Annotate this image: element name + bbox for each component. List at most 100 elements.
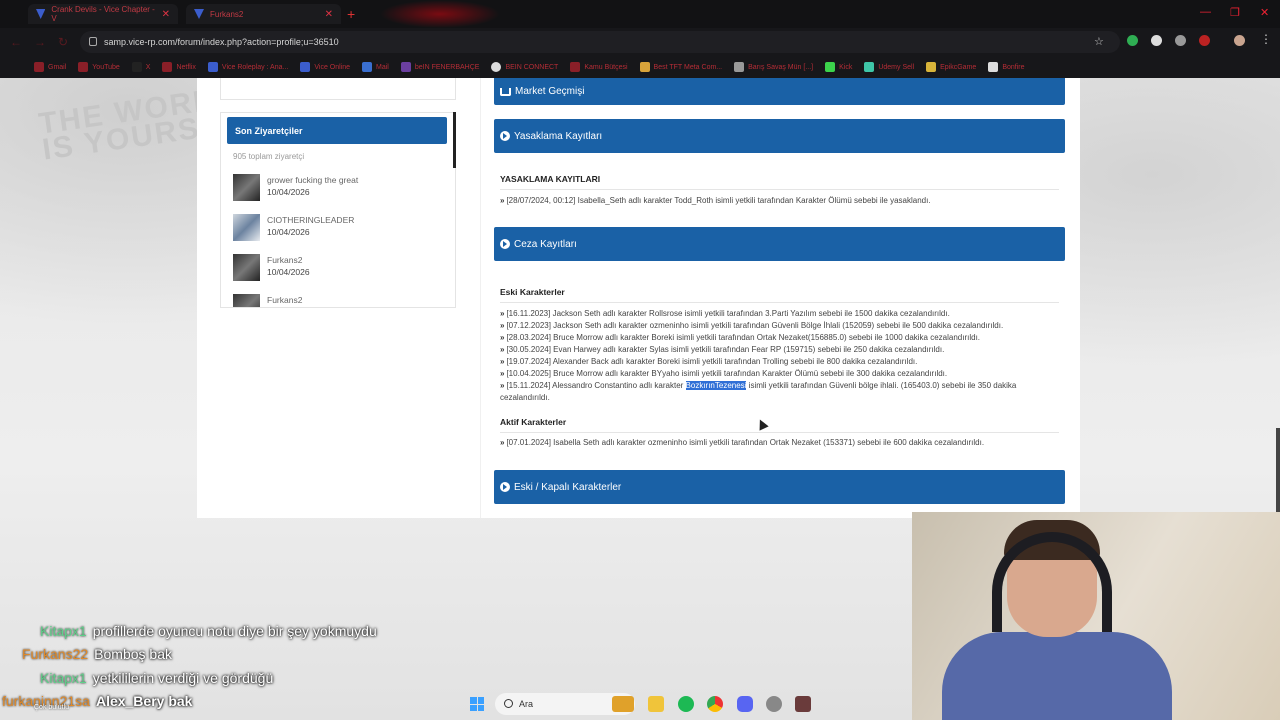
close-tab-icon[interactable]: ✕ [162,9,170,20]
vice-icon [300,62,311,72]
chat-message: Kitapx1 yetkililerin verdiği ve gördüğü [40,667,273,689]
tab-crank-devils[interactable]: Crank Devils - Vice Chapter - V ✕ [28,4,178,24]
netflix-icon [162,62,173,72]
extension-shield-icon[interactable] [1127,35,1138,46]
visitor-name[interactable]: CIOTHERINGLEADER [267,215,354,225]
bookmark-label: Barış Savaş Mün [...] [748,63,814,71]
visitor-item[interactable]: Furkans2 10/04/2026 [233,254,433,282]
bookmark-item[interactable]: Best TFT Meta Com... [639,62,722,72]
menu-dots-icon[interactable]: ⋮ [1260,32,1272,46]
bookmark-item[interactable]: Udemy Sell [864,62,914,72]
visitors-total: 905 toplam ziyaretçi [233,152,305,161]
avatar[interactable] [233,254,260,281]
bookmark-item[interactable]: Vice Online [300,62,350,72]
penalty-record: » [19.07.2024] Alexander Back adlı karakt… [500,356,1060,368]
visitors-scrollbar[interactable] [453,112,456,168]
app-icon[interactable] [795,696,811,712]
bookmark-item[interactable]: YouTube [78,62,120,72]
bookmark-label: Mail [376,63,389,71]
kick-icon [825,62,836,72]
panel-title: Yasaklama Kayıtları [514,130,603,142]
extension-circle-icon[interactable] [1151,35,1162,46]
discord-icon[interactable] [737,696,753,712]
epic-icon [926,62,937,72]
profile-avatar[interactable] [1234,35,1245,46]
visitor-name[interactable]: Furkans2 [267,255,302,265]
extension-red-icon[interactable] [1199,35,1210,46]
ban-records-panel[interactable]: Yasaklama Kayıtları [494,119,1065,153]
double-chevron-icon: » [500,345,505,354]
visitor-item[interactable]: Furkans2 [233,294,433,307]
visitor-name[interactable]: grower fucking the great [267,175,358,185]
chrome-icon[interactable] [707,696,723,712]
visitors-header: Son Ziyaretçiler [227,117,447,144]
bookmark-item[interactable]: Bonfire [988,62,1025,72]
back-icon[interactable]: ← [10,35,22,49]
bookmark-item[interactable]: Netflix [162,62,196,72]
bookmark-icon [734,62,745,72]
address-toolbar: ← → ↻ samp.vice-rp.com/forum/index.php?a… [0,28,1280,56]
spotify-icon[interactable] [678,696,694,712]
address-bar[interactable]: samp.vice-rp.com/forum/index.php?action=… [80,31,1120,53]
bein-connect-icon [491,62,502,72]
penalty-records-panel[interactable]: Ceza Kayıtları [494,227,1065,261]
windows-start-icon[interactable] [470,697,484,711]
bookmark-item[interactable]: Kick [825,62,852,72]
visitor-item[interactable]: grower fucking the great 10/04/2026 [233,174,433,202]
site-info-icon[interactable] [89,37,97,46]
chat-text: Bomboş bak [94,646,172,662]
file-explorer-icon[interactable] [648,696,664,712]
record-text: [10.04.2025] Bruce Morrow adlı karakter … [506,369,948,378]
bookmark-item[interactable]: Gmail [34,62,66,72]
visitor-item[interactable]: CIOTHERINGLEADER 10/04/2026 [233,214,433,242]
extension-gear-icon[interactable] [1175,35,1186,46]
close-tab-icon[interactable]: ✕ [325,9,333,20]
bookmark-label: YouTube [92,63,120,71]
bookmark-item[interactable]: beIN FENERBAHÇE [400,62,479,72]
old-closed-characters-panel[interactable]: Eski / Kapalı Karakterler [494,470,1065,504]
taskbar-widget-icon[interactable] [612,696,634,712]
bookmark-item[interactable]: Mail [362,62,389,72]
bookmark-item[interactable]: BEIN CONNECT [491,62,558,72]
tab-title: Furkans2 [210,9,244,19]
forward-icon[interactable]: → [34,35,46,49]
bookmark-item[interactable]: Kamu Bütçesi [570,62,628,72]
bookmark-label: Bonfire [1002,63,1025,71]
avatar[interactable] [233,294,260,307]
play-circle-icon [500,482,510,492]
bookmark-label: Vice Roleplay : Ana... [221,63,289,71]
double-chevron-icon: » [500,357,505,366]
bookmark-item[interactable]: EpikcGame [926,62,976,72]
bookmark-item[interactable]: X [131,62,150,72]
close-window-icon[interactable]: ✕ [1260,6,1269,19]
browser-tab-bar: Crank Devils - Vice Chapter - V ✕ Furkan… [0,0,1280,28]
record-text: [16.11.2023] Jackson Seth adlı karakter … [506,309,950,318]
url-text: samp.vice-rp.com/forum/index.php?action=… [104,37,339,47]
reload-icon[interactable]: ↻ [58,35,68,49]
bookmark-star-icon[interactable]: ☆ [1094,35,1104,48]
double-chevron-icon: » [500,309,505,318]
ban-record: » [28/07/2024, 00:12] Isabella_Seth adlı … [500,195,1060,207]
market-history-panel[interactable]: Market Geçmişi [494,78,1065,105]
chat-text: profillerde oyuncu notu diye bir şey yok… [92,623,377,639]
avatar[interactable] [233,214,260,241]
selected-text[interactable]: BozkırınTezenesi [685,381,747,390]
new-tab-icon[interactable]: + [347,6,355,22]
streamer-body [942,632,1172,720]
record-text: [07.12.2023] Jackson Seth adlı karakter … [506,321,1004,330]
avatar[interactable] [233,174,260,201]
app-icon[interactable] [766,696,782,712]
ban-section-title: YASAKLAMA KAYITLARI [500,174,601,184]
bookmark-label: Udemy Sell [878,63,915,71]
tab-furkans2[interactable]: Furkans2 ✕ [186,4,341,24]
visitor-name[interactable]: Furkans2 [267,295,302,305]
maximize-icon[interactable]: ❐ [1230,6,1240,19]
udemy-icon [864,62,875,72]
cart-icon [500,87,511,96]
penalty-record: » [28.03.2024] Bruce Morrow adlı karakter… [500,332,1060,344]
chat-message: Kitapx1 profillerde oyuncu notu diye bir… [40,620,377,642]
minimize-icon[interactable]: — [1200,6,1211,18]
youtube-icon [78,62,89,72]
bookmark-item[interactable]: Vice Roleplay : Ana... [207,62,289,72]
bookmark-item[interactable]: Barış Savaş Mün [...] [734,62,813,72]
